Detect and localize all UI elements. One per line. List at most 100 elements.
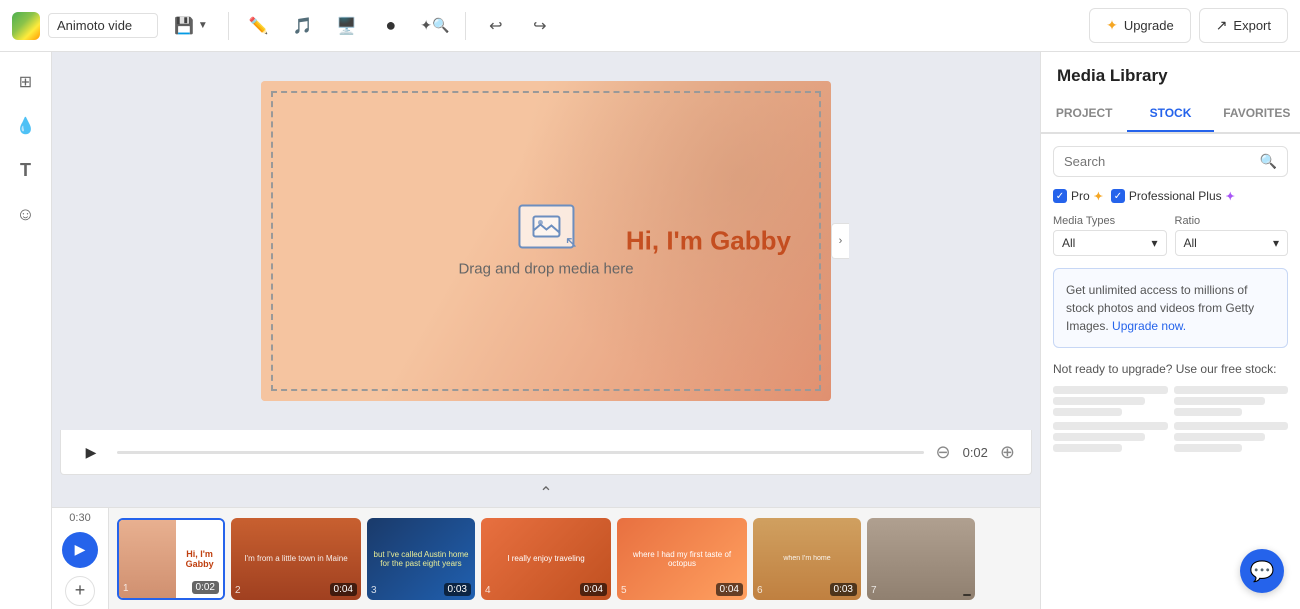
canvas[interactable]: Hi, I'm Gabby ↖ Drag and drop media here <box>261 81 831 401</box>
skeleton-item-1 <box>1053 386 1168 416</box>
timeline-clip-2[interactable]: I'm from a little town in Maine 0:04 2 <box>231 518 361 600</box>
media-drop-zone[interactable]: ↖ Drag and drop media here <box>458 205 633 278</box>
screen-icon: 🖥️ <box>337 16 357 36</box>
chevron-up-icon: ⌃ <box>539 483 552 503</box>
timeline-clip-5[interactable]: where I had my first taste of octopus 0:… <box>617 518 747 600</box>
topbar: Animoto vide 💾 ▼ ✏️ 🎵 🖥️ ● ✦🔍 ↩ ↪ ✦ Upgr… <box>0 0 1300 52</box>
playback-bar: ▶ ⊖ 0:02 ⊕ <box>60 430 1032 475</box>
timeline-play-button[interactable]: ▶ <box>62 532 98 568</box>
text-icon: T <box>20 160 31 181</box>
timeline-clip-6[interactable]: when I'm home 0:03 6 <box>753 518 861 600</box>
timeline-clip-3[interactable]: but I've called Austin home for the past… <box>367 518 475 600</box>
project-title[interactable]: Animoto vide <box>48 13 158 38</box>
upgrade-now-link[interactable]: Upgrade now. <box>1112 319 1186 333</box>
separator <box>228 12 229 40</box>
stock-preview-grid <box>1053 386 1288 452</box>
clip-7-number: 7 <box>871 585 877 596</box>
search-input[interactable] <box>1064 154 1254 169</box>
right-panel: Media Library PROJECT STOCK FAVORITES 🔍 <box>1040 52 1300 609</box>
pro-filter-checkbox[interactable]: ✓ Pro ✦ <box>1053 189 1103 203</box>
timeline-controls: 0:30 ▶ + <box>52 508 109 609</box>
pro-checkbox[interactable]: ✓ <box>1053 189 1067 203</box>
drag-drop-label: Drag and drop media here <box>458 261 633 278</box>
professional-plus-filter-checkbox[interactable]: ✓ Professional Plus ✦ <box>1111 189 1235 203</box>
undo-button[interactable]: ↩ <box>478 8 514 44</box>
chat-icon: 💬 <box>1250 559 1275 584</box>
redo-button[interactable]: ↪ <box>522 8 558 44</box>
timeline-time: 0:30 <box>69 512 90 524</box>
skeleton-line <box>1053 433 1145 441</box>
record-tool-button[interactable]: ● <box>373 8 409 44</box>
plus-badge: ✦ <box>1226 190 1235 203</box>
ratio-group: Ratio All ▾ <box>1175 215 1289 256</box>
search-tool-button[interactable]: ✦🔍 <box>417 8 453 44</box>
skeleton-line <box>1174 397 1266 405</box>
chat-button[interactable]: 💬 <box>1240 549 1284 593</box>
export-button[interactable]: ↗ Export <box>1199 8 1288 43</box>
progress-bar[interactable] <box>117 451 924 454</box>
skeleton-line <box>1053 408 1122 416</box>
separator-2 <box>465 12 466 40</box>
timeline-clip-1[interactable]: Hi, I'mGabby 0:02 1 <box>117 518 225 600</box>
panel-title: Media Library <box>1041 52 1300 96</box>
tab-project[interactable]: PROJECT <box>1041 96 1127 132</box>
collapse-panel-button[interactable]: › <box>831 223 849 259</box>
clip-5-number: 5 <box>621 585 627 596</box>
ratio-select[interactable]: All ▾ <box>1175 230 1289 256</box>
timeline: 0:30 ▶ + Hi, I'mGabby <box>52 507 1040 609</box>
clip-1-number: 1 <box>123 583 129 594</box>
play-icon-small: ▶ <box>86 444 97 461</box>
sticker-tool-button[interactable]: ☺ <box>8 196 44 232</box>
image-placeholder-icon: ↖ <box>518 205 574 249</box>
skeleton-line <box>1053 422 1168 430</box>
clip-1-duration: 0:02 <box>192 581 219 594</box>
pro-badge: ✦ <box>1094 190 1103 203</box>
ratio-chevron: ▾ <box>1273 236 1279 250</box>
clip-4-number: 4 <box>485 585 491 596</box>
free-stock-text: Not ready to upgrade? Use our free stock… <box>1053 360 1288 378</box>
professional-plus-checkbox[interactable]: ✓ <box>1111 189 1125 203</box>
search-plus-icon: ✦🔍 <box>420 17 449 34</box>
plus-icon: + <box>75 580 86 601</box>
color-tool-button[interactable]: 💧 <box>8 108 44 144</box>
tab-stock[interactable]: STOCK <box>1127 96 1213 132</box>
layout-tool-button[interactable]: ⊞ <box>8 64 44 100</box>
music-tool-button[interactable]: 🎵 <box>285 8 321 44</box>
timeline-clip-4[interactable]: I really enjoy traveling 0:04 4 <box>481 518 611 600</box>
ratio-value: All <box>1184 236 1197 250</box>
tab-favorites[interactable]: FAVORITES <box>1214 96 1300 132</box>
app-logo <box>12 12 40 40</box>
search-box: 🔍 <box>1053 146 1288 177</box>
clip-3-number: 3 <box>371 585 377 596</box>
clip-4-duration: 0:04 <box>580 583 607 596</box>
canvas-wrapper: Hi, I'm Gabby ↖ Drag and drop media here <box>52 52 1040 430</box>
left-sidebar: ⊞ 💧 T ☺ <box>0 52 52 609</box>
skeleton-item-3 <box>1053 422 1168 452</box>
skeleton-line <box>1053 397 1145 405</box>
clip-3-duration: 0:03 <box>444 583 471 596</box>
media-types-chevron: ▾ <box>1151 236 1157 250</box>
time-plus-icon[interactable]: ⊕ <box>1000 442 1015 463</box>
upgrade-button[interactable]: ✦ Upgrade <box>1089 8 1191 43</box>
clip-2-duration: 0:04 <box>330 583 357 596</box>
timeline-clip-7[interactable]: 7 <box>867 518 975 600</box>
clip-7-duration <box>963 594 971 596</box>
screen-tool-button[interactable]: 🖥️ <box>329 8 365 44</box>
collapse-handle[interactable]: ⌃ <box>52 479 1040 507</box>
clip-5-duration: 0:04 <box>716 583 743 596</box>
play-button-small[interactable]: ▶ <box>77 438 105 466</box>
undo-icon: ↩ <box>489 16 502 36</box>
time-minus-icon[interactable]: ⊖ <box>936 442 951 463</box>
media-types-select[interactable]: All ▾ <box>1053 230 1167 256</box>
ratio-label: Ratio <box>1175 215 1289 227</box>
canvas-area: Hi, I'm Gabby ↖ Drag and drop media here <box>52 52 1040 609</box>
redo-icon: ↪ <box>533 16 546 36</box>
save-button[interactable]: 💾 ▼ <box>166 8 216 44</box>
skeleton-line <box>1053 386 1168 394</box>
timeline-add-button[interactable]: + <box>65 576 95 606</box>
skeleton-item-2 <box>1174 386 1289 416</box>
text-tool-button[interactable]: T <box>8 152 44 188</box>
pencil-tool-button[interactable]: ✏️ <box>241 8 277 44</box>
cursor-icon: ↖ <box>565 233 578 253</box>
skeleton-item-4 <box>1174 422 1289 452</box>
